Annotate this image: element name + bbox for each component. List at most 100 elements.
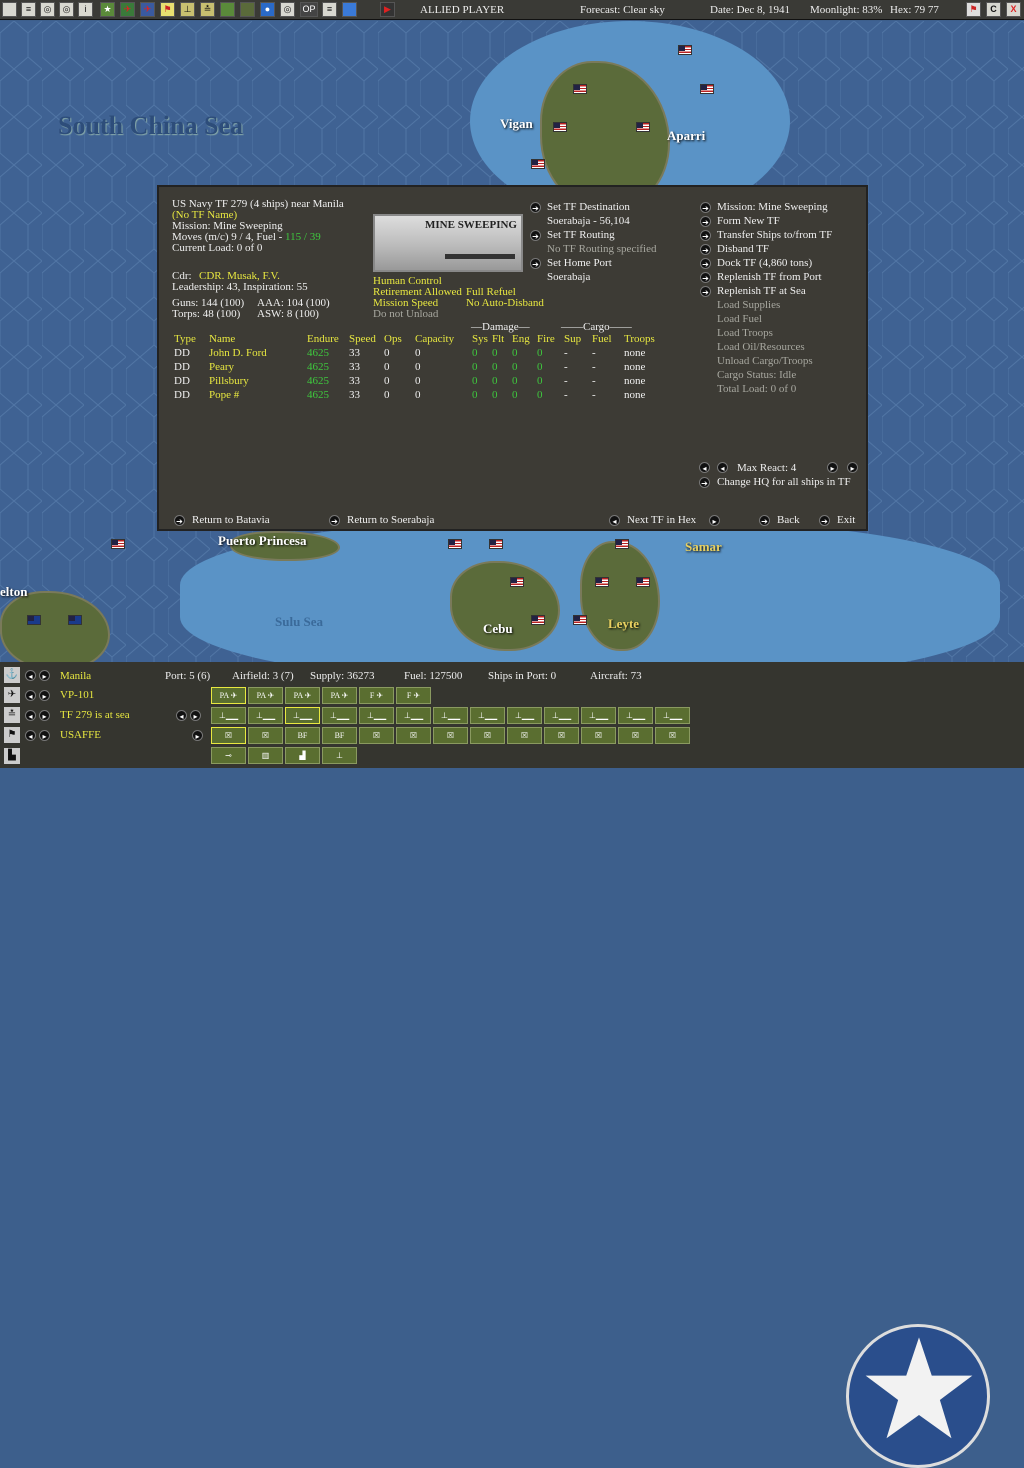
ship-slot[interactable]: ⊥▁▁ bbox=[322, 707, 357, 724]
us-flag-icon[interactable] bbox=[700, 84, 714, 94]
last-arrow-icon[interactable]: ▸ bbox=[847, 462, 858, 473]
unload-toggle[interactable]: Do not Unload bbox=[373, 308, 438, 320]
action-mission[interactable]: Mission: Mine Sweeping bbox=[717, 201, 828, 213]
ship-slot[interactable]: ⊥▁▁ bbox=[248, 707, 283, 724]
factory-icon[interactable]: ▙ bbox=[4, 748, 20, 764]
facility-slot[interactable]: ▥ bbox=[248, 747, 283, 764]
air-squadron-slot[interactable]: PA ✈ bbox=[248, 687, 283, 704]
op-button[interactable]: OP bbox=[300, 2, 318, 17]
ship-slot[interactable]: ⊥▁▁ bbox=[285, 707, 320, 724]
arrow-icon[interactable]: ➔ bbox=[700, 286, 711, 297]
facility-slot[interactable]: ⊥ bbox=[322, 747, 357, 764]
ship-slot[interactable]: ⊥▁▁ bbox=[581, 707, 616, 724]
us-flag-icon[interactable] bbox=[678, 45, 692, 55]
arrow-icon[interactable]: ➔ bbox=[699, 477, 710, 488]
auto-disband-toggle[interactable]: No Auto-Disband bbox=[466, 297, 544, 309]
ship-slot[interactable]: ⊥▁▁ bbox=[359, 707, 394, 724]
arrow-icon[interactable]: ➔ bbox=[329, 515, 340, 526]
ship-slot[interactable]: ⊥▁▁ bbox=[507, 707, 542, 724]
set-home-port-button[interactable]: Set Home Port bbox=[547, 257, 612, 269]
air-squadron-slot[interactable]: F ✈ bbox=[396, 687, 431, 704]
arrow-icon[interactable]: ➔ bbox=[759, 515, 770, 526]
set-destination-button[interactable]: Set TF Destination bbox=[547, 201, 630, 213]
prev-hq-icon[interactable]: ◂ bbox=[25, 730, 36, 741]
tf-status[interactable]: TF 279 is at sea bbox=[60, 709, 130, 721]
hq-unit-slot[interactable]: BF bbox=[285, 727, 320, 744]
us-flag-icon[interactable] bbox=[510, 577, 524, 587]
anchor-icon[interactable]: ⚓ bbox=[4, 667, 20, 683]
return-soerabaja-button[interactable]: Return to Soerabaja bbox=[347, 514, 434, 526]
action-transfer-ships[interactable]: Transfer Ships to/from TF bbox=[717, 229, 832, 241]
action-dock-tf[interactable]: Dock TF (4,860 tons) bbox=[717, 257, 812, 269]
next-ship-icon[interactable]: ▸ bbox=[190, 710, 201, 721]
us-flag-icon[interactable] bbox=[531, 615, 545, 625]
exit-button[interactable]: Exit bbox=[837, 514, 855, 526]
change-hq-button[interactable]: Change HQ for all ships in TF bbox=[717, 476, 851, 488]
us-flag-icon[interactable] bbox=[615, 539, 629, 549]
factory-button[interactable] bbox=[220, 2, 235, 17]
arrow-icon[interactable]: ➔ bbox=[700, 258, 711, 269]
plane-button-2[interactable]: ✈ bbox=[140, 2, 155, 17]
hq-unit-slot[interactable]: ☒ bbox=[433, 727, 468, 744]
hq-unit-slot[interactable]: BF bbox=[322, 727, 357, 744]
toolbar-button-4[interactable]: ◎ bbox=[59, 2, 74, 17]
next-hq-icon[interactable]: ▸ bbox=[192, 730, 203, 741]
hq-unit-slot[interactable]: ☒ bbox=[359, 727, 394, 744]
next-air-icon[interactable]: ▸ bbox=[39, 690, 50, 701]
us-flag-icon[interactable] bbox=[531, 159, 545, 169]
facility-slot[interactable]: ▟ bbox=[285, 747, 320, 764]
arrow-icon[interactable]: ➔ bbox=[700, 230, 711, 241]
flag-menu-icon[interactable]: ⚑ bbox=[966, 2, 981, 17]
next-hq-icon[interactable]: ▸ bbox=[39, 730, 50, 741]
prev-tf-icon[interactable]: ◂ bbox=[609, 515, 620, 526]
us-flag-icon[interactable] bbox=[489, 539, 503, 549]
air-unit-name[interactable]: VP-101 bbox=[60, 689, 94, 701]
arrow-icon[interactable]: ➔ bbox=[530, 258, 541, 269]
prev-ship-icon[interactable]: ◂ bbox=[176, 710, 187, 721]
uk-flag-icon[interactable] bbox=[68, 615, 82, 625]
us-flag-icon[interactable] bbox=[636, 122, 650, 132]
us-flag-icon[interactable] bbox=[448, 539, 462, 549]
ship-slot[interactable]: ⊥▁▁ bbox=[211, 707, 246, 724]
arrow-icon[interactable]: ➔ bbox=[530, 230, 541, 241]
next-tf-button[interactable]: Next TF in Hex bbox=[627, 514, 696, 526]
base-button[interactable] bbox=[240, 2, 255, 17]
prev-base-icon[interactable]: ◂ bbox=[25, 670, 36, 681]
ship-slot[interactable]: ⊥▁▁ bbox=[544, 707, 579, 724]
toolbar-button-1[interactable] bbox=[2, 2, 17, 17]
first-arrow-icon[interactable]: ◂ bbox=[699, 462, 710, 473]
toolbar-button-5[interactable]: ◎ bbox=[280, 2, 295, 17]
us-flag-icon[interactable] bbox=[636, 577, 650, 587]
us-flag-icon[interactable] bbox=[111, 539, 125, 549]
base-name[interactable]: Manila bbox=[60, 670, 91, 682]
info-button[interactable]: i bbox=[78, 2, 93, 17]
prev-tf-icon[interactable]: ◂ bbox=[25, 710, 36, 721]
hq-unit-slot[interactable]: ☒ bbox=[470, 727, 505, 744]
action-replenish-sea[interactable]: Replenish TF at Sea bbox=[717, 285, 806, 297]
toolbar-button-3[interactable]: ◎ bbox=[40, 2, 55, 17]
us-flag-icon[interactable] bbox=[573, 84, 587, 94]
air-squadron-slot[interactable]: PA ✈ bbox=[322, 687, 357, 704]
increase-react-icon[interactable]: ▸ bbox=[827, 462, 838, 473]
hq-unit-slot[interactable]: ☒ bbox=[396, 727, 431, 744]
arrow-icon[interactable]: ➔ bbox=[700, 244, 711, 255]
hq-unit-slot[interactable]: ☒ bbox=[618, 727, 653, 744]
action-form-new-tf[interactable]: Form New TF bbox=[717, 215, 780, 227]
next-tf-icon[interactable]: ▸ bbox=[709, 515, 720, 526]
globe-button[interactable]: ● bbox=[260, 2, 275, 17]
plane-button[interactable]: ✈ bbox=[120, 2, 135, 17]
ship-slot[interactable]: ⊥▁▁ bbox=[655, 707, 690, 724]
hq-unit-slot[interactable]: ☒ bbox=[211, 727, 246, 744]
list-button[interactable]: ≡ bbox=[322, 2, 337, 17]
next-tf-icon[interactable]: ▸ bbox=[39, 710, 50, 721]
action-replenish-port[interactable]: Replenish TF from Port bbox=[717, 271, 822, 283]
prev-air-icon[interactable]: ◂ bbox=[25, 690, 36, 701]
us-flag-icon[interactable] bbox=[573, 615, 587, 625]
c-button[interactable]: C bbox=[986, 2, 1001, 17]
flag-button[interactable]: ⚑ bbox=[160, 2, 175, 17]
back-button[interactable]: Back bbox=[777, 514, 800, 526]
arrow-icon[interactable]: ➔ bbox=[700, 272, 711, 283]
decrease-react-icon[interactable]: ◂ bbox=[717, 462, 728, 473]
weather-button[interactable] bbox=[342, 2, 357, 17]
ship-slot[interactable]: ⊥▁▁ bbox=[618, 707, 653, 724]
